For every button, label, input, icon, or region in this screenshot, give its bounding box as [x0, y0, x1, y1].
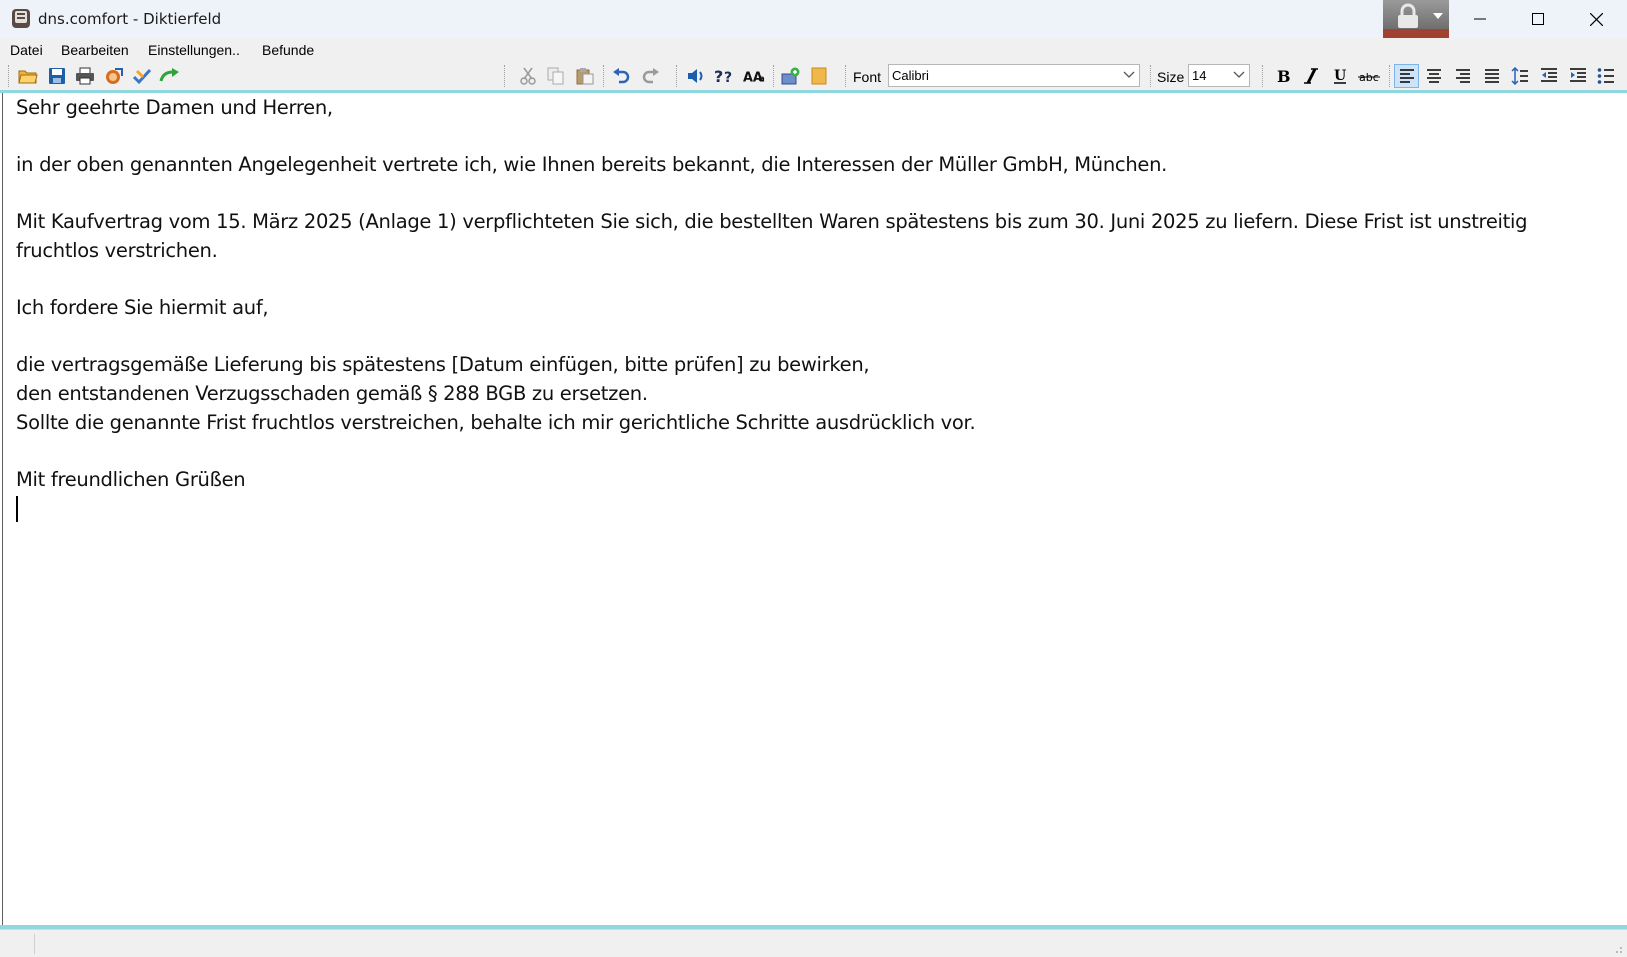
check-icon[interactable] [131, 65, 153, 87]
toolbar-separator [8, 65, 10, 87]
doc-line: in der oben genannten Angelegenheit vert… [16, 153, 1168, 176]
maximize-button[interactable] [1510, 0, 1566, 38]
font-label: Font [853, 69, 882, 85]
toolbar-separator [773, 65, 775, 87]
font-select-value: Calibri [892, 68, 929, 83]
strikethrough-icon[interactable]: abc [1358, 65, 1380, 87]
svg-text:?: ? [724, 70, 732, 85]
align-center-icon[interactable] [1423, 65, 1445, 87]
save-icon[interactable] [46, 65, 68, 87]
redo-icon[interactable] [640, 65, 662, 87]
insert-template-icon[interactable] [780, 65, 802, 87]
toolbar-separator [603, 65, 605, 87]
doc-line: die vertragsgemäße Lieferung bis spätest… [16, 353, 870, 376]
menu-bearbeiten[interactable]: Bearbeiten [61, 42, 129, 58]
status-cell [0, 934, 35, 954]
cut-icon[interactable] [517, 65, 539, 87]
svg-text:B: B [1277, 67, 1291, 85]
align-left-icon[interactable] [1394, 64, 1419, 88]
justify-icon[interactable] [1481, 65, 1503, 87]
speaker-icon[interactable] [685, 65, 707, 87]
italic-icon[interactable] [1300, 65, 1322, 87]
lock-button[interactable] [1383, 0, 1449, 38]
underline-icon[interactable]: U [1329, 65, 1351, 87]
resize-grip-icon[interactable] [1611, 942, 1623, 954]
menu-einstellungen[interactable]: Einstellungen.. [148, 42, 240, 58]
align-right-icon[interactable] [1452, 65, 1474, 87]
app-icon [11, 8, 31, 29]
line-spacing-icon[interactable] [1509, 65, 1531, 87]
doc-line: den entstandenen Verzugsschaden gemäß § … [16, 382, 648, 405]
toolbar: ?? AA a Font Calibri Size 14 B U abc [0, 62, 1627, 90]
indent-icon[interactable] [1567, 65, 1589, 87]
menu-befunde[interactable]: Befunde [262, 42, 314, 58]
bold-icon[interactable]: B [1272, 65, 1294, 87]
help-icon[interactable]: ?? [714, 65, 736, 87]
copy-icon[interactable] [545, 65, 567, 87]
text-cursor [16, 496, 18, 522]
text-case-icon[interactable]: AA a [743, 65, 765, 87]
notes-icon[interactable] [808, 65, 830, 87]
svg-text:?: ? [714, 67, 723, 85]
toolbar-separator [1262, 65, 1264, 87]
doc-line: Sehr geehrte Damen und Herren, [16, 96, 333, 119]
minimize-icon [1474, 18, 1486, 20]
svg-text:U: U [1334, 68, 1346, 84]
menu-bar: Datei Bearbeiten Einstellungen.. Befunde [0, 38, 1627, 62]
undo-icon[interactable] [610, 65, 632, 87]
toolbar-separator [1389, 65, 1391, 87]
dictation-window: dns.comfort - Diktierfeld Datei Bearbeit… [0, 0, 1627, 957]
open-folder-icon[interactable] [17, 65, 39, 87]
toolbar-separator [1150, 65, 1152, 87]
doc-line: Sollte die genannte Frist fruchtlos vers… [16, 411, 976, 434]
bullet-list-icon[interactable] [1595, 65, 1617, 87]
outdent-icon[interactable] [1538, 65, 1560, 87]
doc-line: Mit Kaufvertrag vom 15. März 2025 (Anlag… [16, 210, 1528, 233]
forward-arrow-icon[interactable] [159, 65, 181, 87]
title-bar: dns.comfort - Diktierfeld [0, 0, 1627, 38]
toolbar-separator [845, 65, 847, 87]
close-button[interactable] [1568, 0, 1624, 38]
export-icon[interactable] [103, 65, 125, 87]
font-select[interactable]: Calibri [888, 64, 1140, 87]
size-select[interactable]: 14 [1188, 64, 1250, 87]
doc-line: Ich fordere Sie hiermit auf, [16, 296, 269, 319]
close-icon [1589, 12, 1603, 26]
chevron-down-icon [1123, 71, 1135, 78]
toolbar-separator [676, 65, 678, 87]
doc-line: Mit freundlichen Grüßen [16, 468, 246, 491]
print-icon[interactable] [74, 65, 96, 87]
lock-icon [1398, 3, 1418, 28]
toolbar-separator [504, 65, 506, 87]
svg-text:a: a [759, 74, 765, 85]
maximize-icon [1532, 13, 1544, 25]
chevron-down-icon [1233, 71, 1245, 78]
size-label: Size [1157, 69, 1185, 85]
menu-datei[interactable]: Datei [10, 42, 43, 58]
window-title: dns.comfort - Diktierfeld [38, 10, 222, 28]
status-bar [0, 929, 1627, 957]
doc-line: fruchtlos verstrichen. [16, 239, 218, 262]
minimize-button[interactable] [1452, 0, 1508, 38]
paste-icon[interactable] [574, 65, 596, 87]
size-select-value: 14 [1192, 68, 1207, 83]
dictation-text-area[interactable]: Sehr geehrte Damen und Herren, in der ob… [2, 93, 1625, 925]
chevron-down-icon [1433, 13, 1443, 19]
